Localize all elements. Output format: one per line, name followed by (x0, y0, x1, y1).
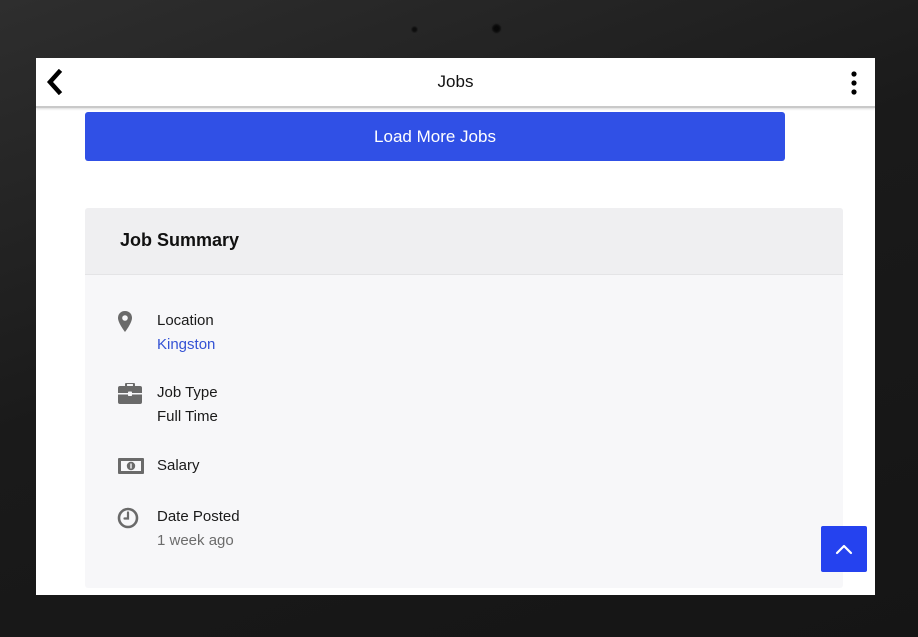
page-content: Load More Jobs Job Summary Location King… (36, 108, 875, 595)
app-bar: Jobs (36, 58, 875, 108)
date-posted-label: Date Posted (157, 508, 240, 525)
app-screen: Jobs Load More Jobs Job Summary Location… (36, 58, 875, 595)
page-title: Jobs (437, 72, 474, 91)
job-summary-header: Job Summary (85, 208, 843, 275)
job-type-value: Full Time (157, 408, 218, 425)
chevron-left-icon (46, 68, 63, 96)
date-posted-value: 1 week ago (157, 532, 234, 549)
job-summary-card: Job Summary Location Kingston Job Type F… (85, 208, 843, 588)
clock-icon (117, 507, 145, 531)
back-button[interactable] (44, 68, 68, 96)
front-camera (491, 23, 502, 34)
tablet-frame: Jobs Load More Jobs Job Summary Location… (0, 0, 918, 637)
location-value[interactable]: Kingston (157, 335, 215, 355)
location-pin-icon (117, 311, 145, 335)
more-vertical-icon (851, 71, 857, 95)
salary-label: Salary (157, 457, 200, 474)
speaker-dot (411, 26, 418, 33)
money-icon (117, 456, 145, 480)
job-type-label: Job Type (157, 384, 218, 401)
briefcase-icon (117, 382, 145, 407)
job-summary-title: Job Summary (120, 230, 240, 250)
chevron-up-icon (835, 544, 853, 555)
load-more-jobs-button[interactable]: Load More Jobs (85, 112, 785, 161)
overflow-menu-button[interactable] (845, 70, 863, 96)
location-label: Location (157, 312, 214, 329)
scroll-to-top-button[interactable] (821, 526, 867, 572)
